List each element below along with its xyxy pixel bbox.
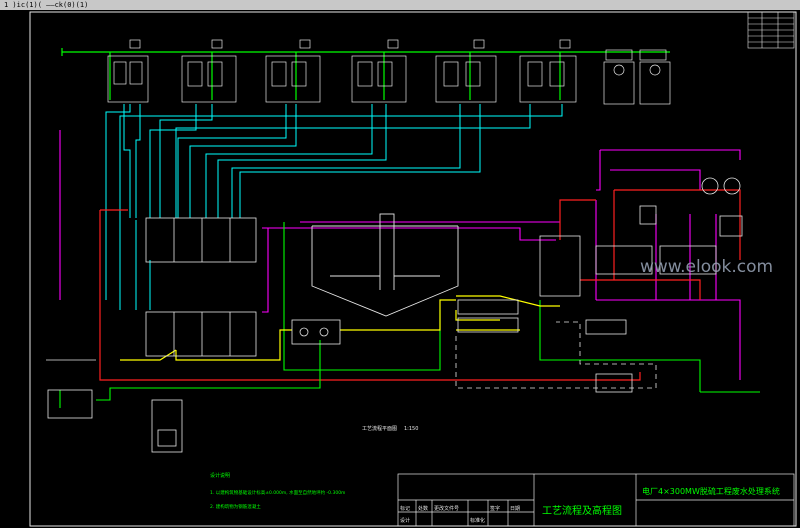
watermark: www.elook.com: [640, 257, 773, 277]
tb-label-standard: 标准化: [470, 517, 485, 524]
cad-drawing-canvas[interactable]: 工艺流程平面图 1:150 设计说明 1. 以建构筑物基础设计标高±0.000m…: [0, 0, 800, 528]
clarifier: [311, 213, 459, 317]
note-2: 2. 建构筑物为钢筋混凝土: [210, 503, 261, 510]
tb-label-date: 日期: [510, 506, 520, 512]
tb-label-count: 处数: [418, 505, 428, 512]
note-1: 1. 以建构筑物基础设计标高±0.000m, 水面至自然地坪约 -0.300m: [210, 489, 345, 496]
tb-label-sign: 签字: [490, 505, 500, 512]
dosing-units: [107, 39, 671, 105]
plan-caption: 工艺流程平面图: [362, 425, 397, 432]
sump-pump-station: [46, 359, 183, 453]
title-block: [397, 473, 795, 527]
red-lines: [99, 189, 741, 381]
tb-label-design: 设计: [400, 517, 410, 524]
cyan-feed-lines: [105, 104, 563, 310]
project-title: 电厂4×300MW脱硫工程废水处理系统: [642, 486, 780, 496]
revision-block: [747, 11, 795, 49]
tb-label-mark: 标记: [400, 505, 410, 512]
sludge-pump-unit: [291, 319, 341, 345]
tb-label-change-doc: 更改文件号: [434, 505, 459, 512]
notes-heading: 设计说明: [210, 472, 230, 479]
reaction-tanks: [145, 217, 257, 357]
drawing-title: 工艺流程及高程图: [542, 504, 622, 517]
plan-scale: 1:150: [404, 426, 418, 432]
